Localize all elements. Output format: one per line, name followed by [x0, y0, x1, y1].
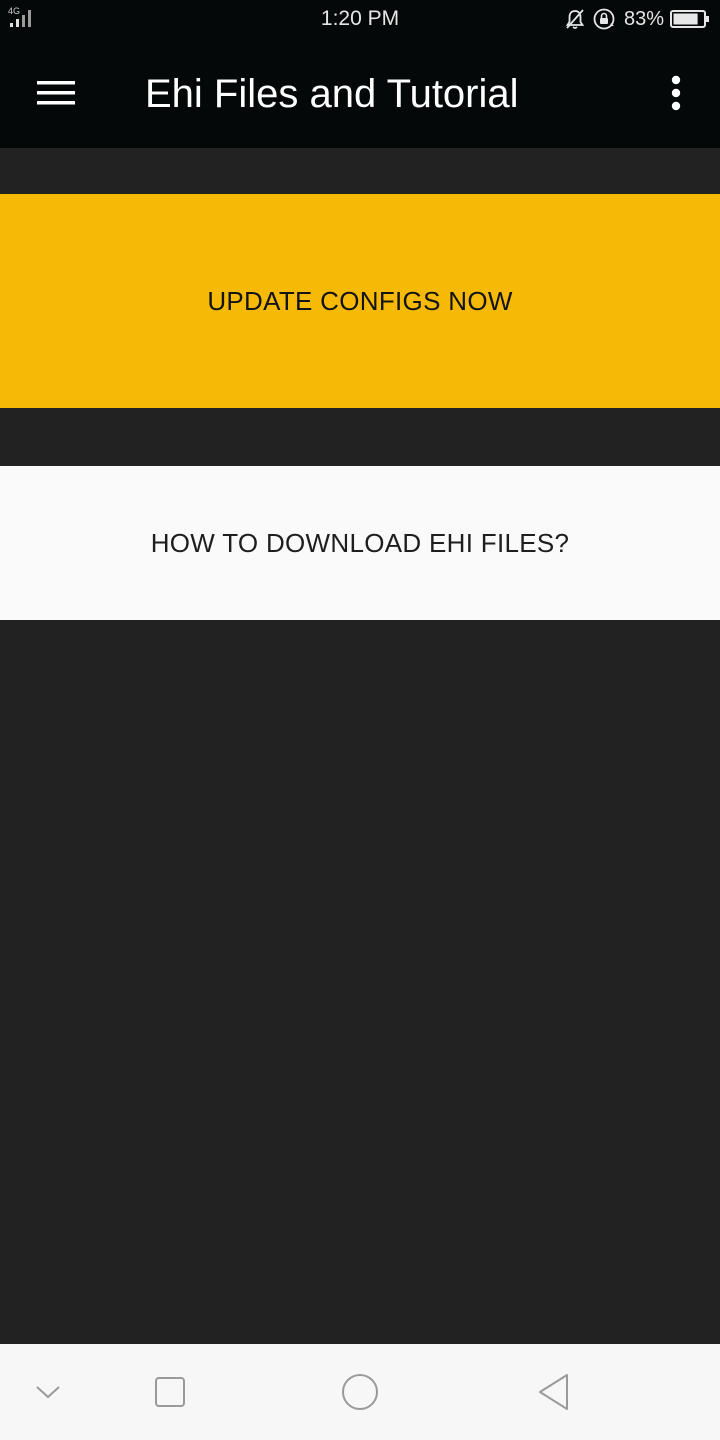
- battery-icon: [670, 10, 709, 28]
- app-bar: Ehi Files and Tutorial: [0, 38, 720, 148]
- home-button[interactable]: [330, 1364, 390, 1420]
- overflow-menu-button[interactable]: [646, 61, 706, 125]
- update-configs-button[interactable]: UPDATE CONFIGS NOW: [0, 194, 720, 408]
- rotation-lock-icon: [593, 8, 615, 30]
- status-icons: 83%: [564, 0, 710, 38]
- how-to-download-button[interactable]: HOW TO DOWNLOAD EHI FILES?: [0, 466, 720, 620]
- more-vertical-icon: [671, 75, 681, 111]
- mute-bell-icon: [565, 9, 585, 29]
- chevron-down-icon: [36, 1386, 60, 1399]
- home-circle-icon: [342, 1374, 378, 1410]
- back-triangle-icon: [539, 1374, 568, 1410]
- system-navigation-bar: [0, 1344, 720, 1440]
- page-title: Ehi Files and Tutorial: [145, 72, 519, 116]
- hamburger-menu-icon: [37, 81, 75, 105]
- navigation-menu-button[interactable]: [22, 61, 90, 125]
- recents-button[interactable]: [140, 1364, 200, 1420]
- back-button[interactable]: [524, 1364, 584, 1420]
- battery-percent: 83%: [623, 7, 664, 30]
- hide-nav-button[interactable]: [18, 1364, 78, 1420]
- main-content: UPDATE CONFIGS NOW HOW TO DOWNLOAD EHI F…: [0, 148, 720, 1344]
- recents-square-icon: [155, 1377, 185, 1407]
- status-bar: 4G 1:20 PM 83%: [0, 0, 720, 38]
